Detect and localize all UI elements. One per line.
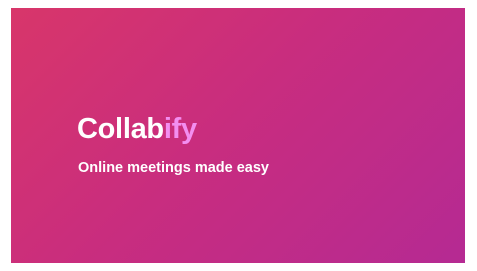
brand-name-accent: ify [163, 113, 197, 145]
brand-logo: Collabify [77, 112, 197, 146]
brand-name-main: Collab [77, 113, 164, 145]
hero-banner: Collabify Online meetings made easy [11, 8, 465, 263]
page: Collabify Online meetings made easy [0, 0, 477, 271]
tagline: Online meetings made easy [78, 160, 269, 176]
